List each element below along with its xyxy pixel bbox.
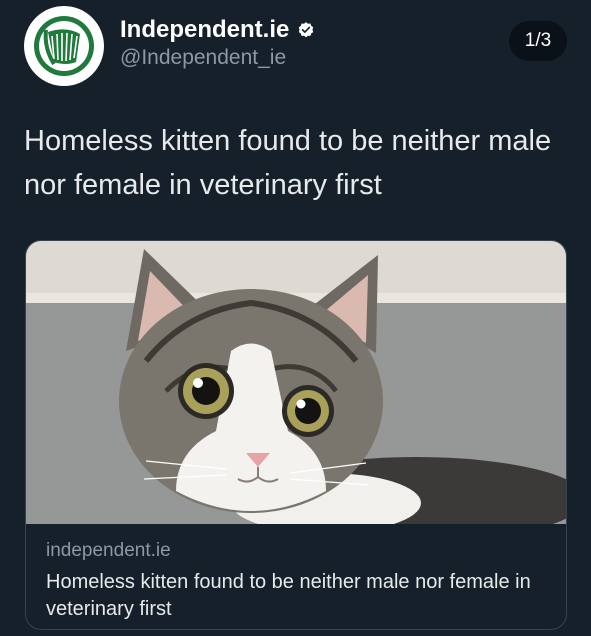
author-display-name[interactable]: Independent.ie — [120, 16, 289, 44]
card-title[interactable]: Homeless kitten found to be neither male… — [46, 569, 546, 623]
kitten-photo — [26, 241, 566, 524]
tweet-text: Homeless kitten found to be neither male… — [24, 125, 552, 201]
verified-badge-icon — [299, 22, 314, 38]
harp-logo-icon — [34, 16, 94, 76]
link-preview-card[interactable]: independent.ie Homeless kitten found to … — [25, 240, 567, 630]
profile-avatar[interactable] — [24, 6, 104, 86]
author-handle[interactable]: @Independent_ie — [120, 46, 286, 70]
media-page-counter: 1/3 — [509, 21, 567, 61]
author-name-row[interactable]: Independent.ie — [120, 16, 315, 44]
card-domain: independent.ie — [46, 540, 171, 561]
